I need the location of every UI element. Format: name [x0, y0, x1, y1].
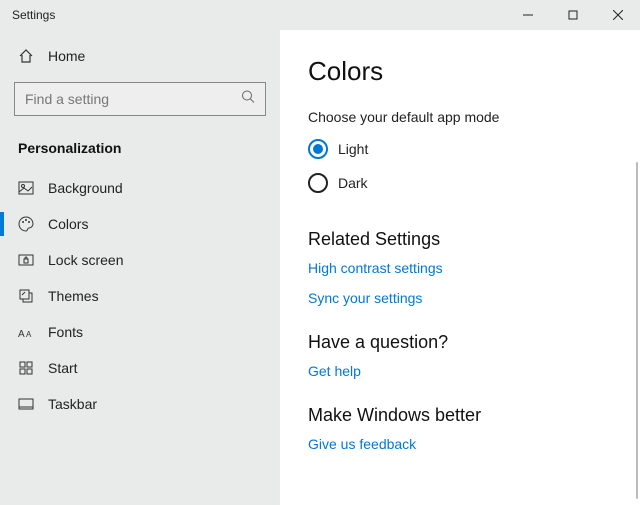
sidebar: Home Personalization Background Colors L…	[0, 30, 280, 505]
radio-label: Light	[338, 141, 368, 157]
sidebar-item-colors[interactable]: Colors	[14, 206, 266, 242]
search-icon	[241, 90, 255, 109]
search-input[interactable]	[25, 91, 255, 107]
palette-icon	[18, 216, 34, 232]
question-heading: Have a question?	[308, 332, 640, 353]
link-get-help[interactable]: Get help	[308, 363, 640, 379]
home-label: Home	[48, 48, 85, 64]
sidebar-item-label: Taskbar	[48, 396, 97, 412]
sidebar-item-label: Start	[48, 360, 78, 376]
radio-light[interactable]: Light	[308, 139, 640, 159]
radio-label: Dark	[338, 175, 368, 191]
sidebar-item-themes[interactable]: Themes	[14, 278, 266, 314]
link-give-feedback[interactable]: Give us feedback	[308, 436, 640, 452]
maximize-button[interactable]	[550, 0, 595, 30]
titlebar: Settings	[0, 0, 640, 30]
home-icon	[18, 48, 34, 64]
lockscreen-icon	[18, 252, 34, 268]
minimize-icon	[523, 10, 533, 20]
related-heading: Related Settings	[308, 229, 640, 250]
link-high-contrast[interactable]: High contrast settings	[308, 260, 640, 276]
category-title: Personalization	[14, 134, 266, 170]
image-icon	[18, 180, 34, 196]
close-icon	[613, 10, 623, 20]
sidebar-item-start[interactable]: Start	[14, 350, 266, 386]
window-title: Settings	[12, 8, 505, 22]
svg-text:A: A	[26, 330, 32, 339]
close-button[interactable]	[595, 0, 640, 30]
fonts-icon: AA	[18, 324, 34, 340]
sidebar-item-label: Background	[48, 180, 123, 196]
feedback-section: Make Windows better Give us feedback	[308, 405, 640, 452]
sidebar-item-taskbar[interactable]: Taskbar	[14, 386, 266, 422]
sidebar-item-label: Colors	[48, 216, 88, 232]
radio-dark[interactable]: Dark	[308, 173, 640, 193]
app-mode-label: Choose your default app mode	[308, 109, 640, 125]
scrollbar[interactable]	[636, 162, 638, 499]
radio-icon	[308, 139, 328, 159]
related-settings-section: Related Settings High contrast settings …	[308, 229, 640, 306]
search-box[interactable]	[14, 82, 266, 116]
window-controls	[505, 0, 640, 30]
app-mode-radio-group: Light Dark	[308, 139, 640, 193]
themes-icon	[18, 288, 34, 304]
page-title: Colors	[308, 56, 640, 87]
minimize-button[interactable]	[505, 0, 550, 30]
sidebar-item-label: Themes	[48, 288, 99, 304]
sidebar-item-label: Fonts	[48, 324, 83, 340]
taskbar-icon	[18, 396, 34, 412]
sidebar-item-label: Lock screen	[48, 252, 123, 268]
feedback-heading: Make Windows better	[308, 405, 640, 426]
sidebar-item-lockscreen[interactable]: Lock screen	[14, 242, 266, 278]
home-button[interactable]: Home	[14, 42, 266, 70]
maximize-icon	[568, 10, 578, 20]
sidebar-item-background[interactable]: Background	[14, 170, 266, 206]
start-icon	[18, 360, 34, 376]
question-section: Have a question? Get help	[308, 332, 640, 379]
sidebar-item-fonts[interactable]: AA Fonts	[14, 314, 266, 350]
radio-icon	[308, 173, 328, 193]
link-sync-settings[interactable]: Sync your settings	[308, 290, 640, 306]
content-area: Colors Choose your default app mode Ligh…	[280, 30, 640, 505]
svg-text:A: A	[18, 329, 25, 339]
